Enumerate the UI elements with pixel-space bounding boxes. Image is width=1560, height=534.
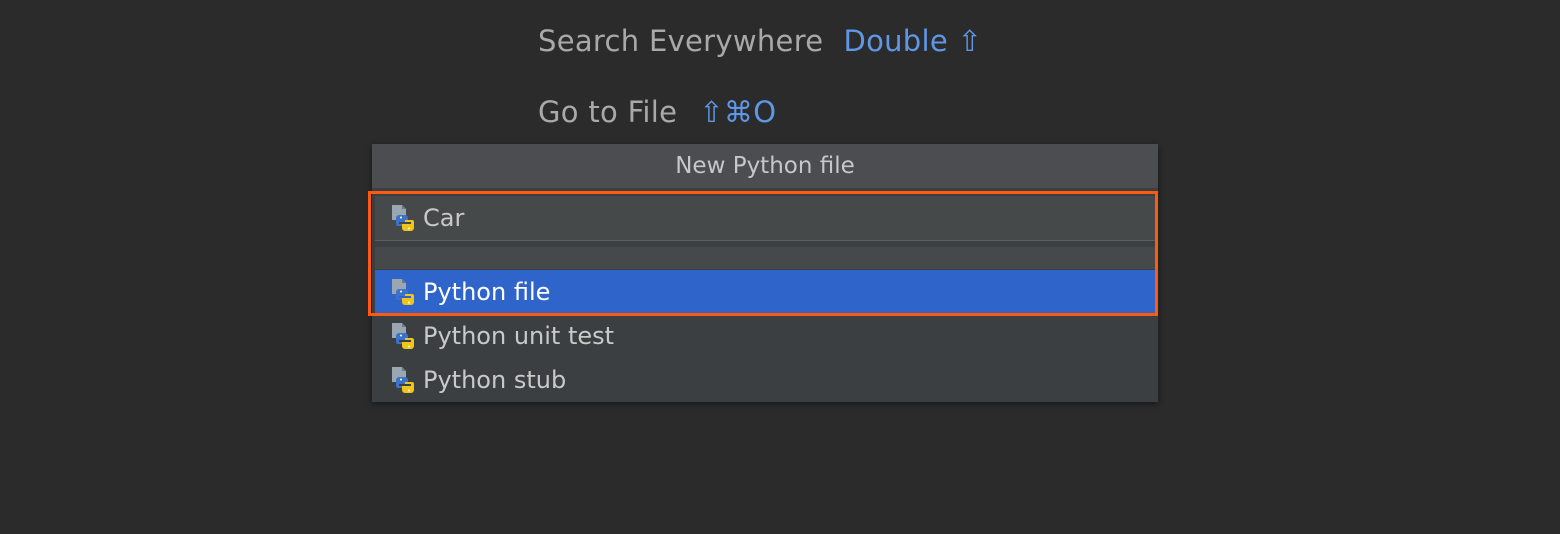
python-file-icon bbox=[389, 277, 415, 307]
go-to-file-hint: Go to File ⇧⌘O bbox=[538, 91, 776, 133]
list-item-label: Python file bbox=[423, 278, 551, 306]
go-to-file-label: Go to File bbox=[538, 95, 678, 129]
list-item-python-file[interactable]: Python file bbox=[375, 270, 1155, 314]
list-separator bbox=[375, 247, 1155, 269]
search-everywhere-shortcut: Double ⇧ bbox=[843, 24, 983, 58]
python-file-icon bbox=[389, 365, 415, 395]
list-item-label: Python unit test bbox=[423, 322, 615, 350]
file-name-input[interactable]: Car bbox=[375, 196, 1155, 241]
python-file-icon bbox=[389, 321, 415, 351]
list-item-python-stub[interactable]: Python stub bbox=[375, 358, 1155, 402]
python-file-icon bbox=[389, 203, 415, 233]
search-everywhere-hint: Search Everywhere Double ⇧ bbox=[538, 20, 982, 62]
new-python-file-popup: New Python file Car Python file Python u… bbox=[372, 144, 1158, 402]
popup-title: New Python file bbox=[372, 144, 1158, 188]
search-everywhere-label: Search Everywhere bbox=[538, 24, 824, 58]
file-name-value: Car bbox=[423, 204, 465, 232]
list-item-python-unit-test[interactable]: Python unit test bbox=[375, 314, 1155, 358]
go-to-file-shortcut: ⇧⌘O bbox=[699, 95, 777, 129]
list-item-label: Python stub bbox=[423, 366, 567, 394]
